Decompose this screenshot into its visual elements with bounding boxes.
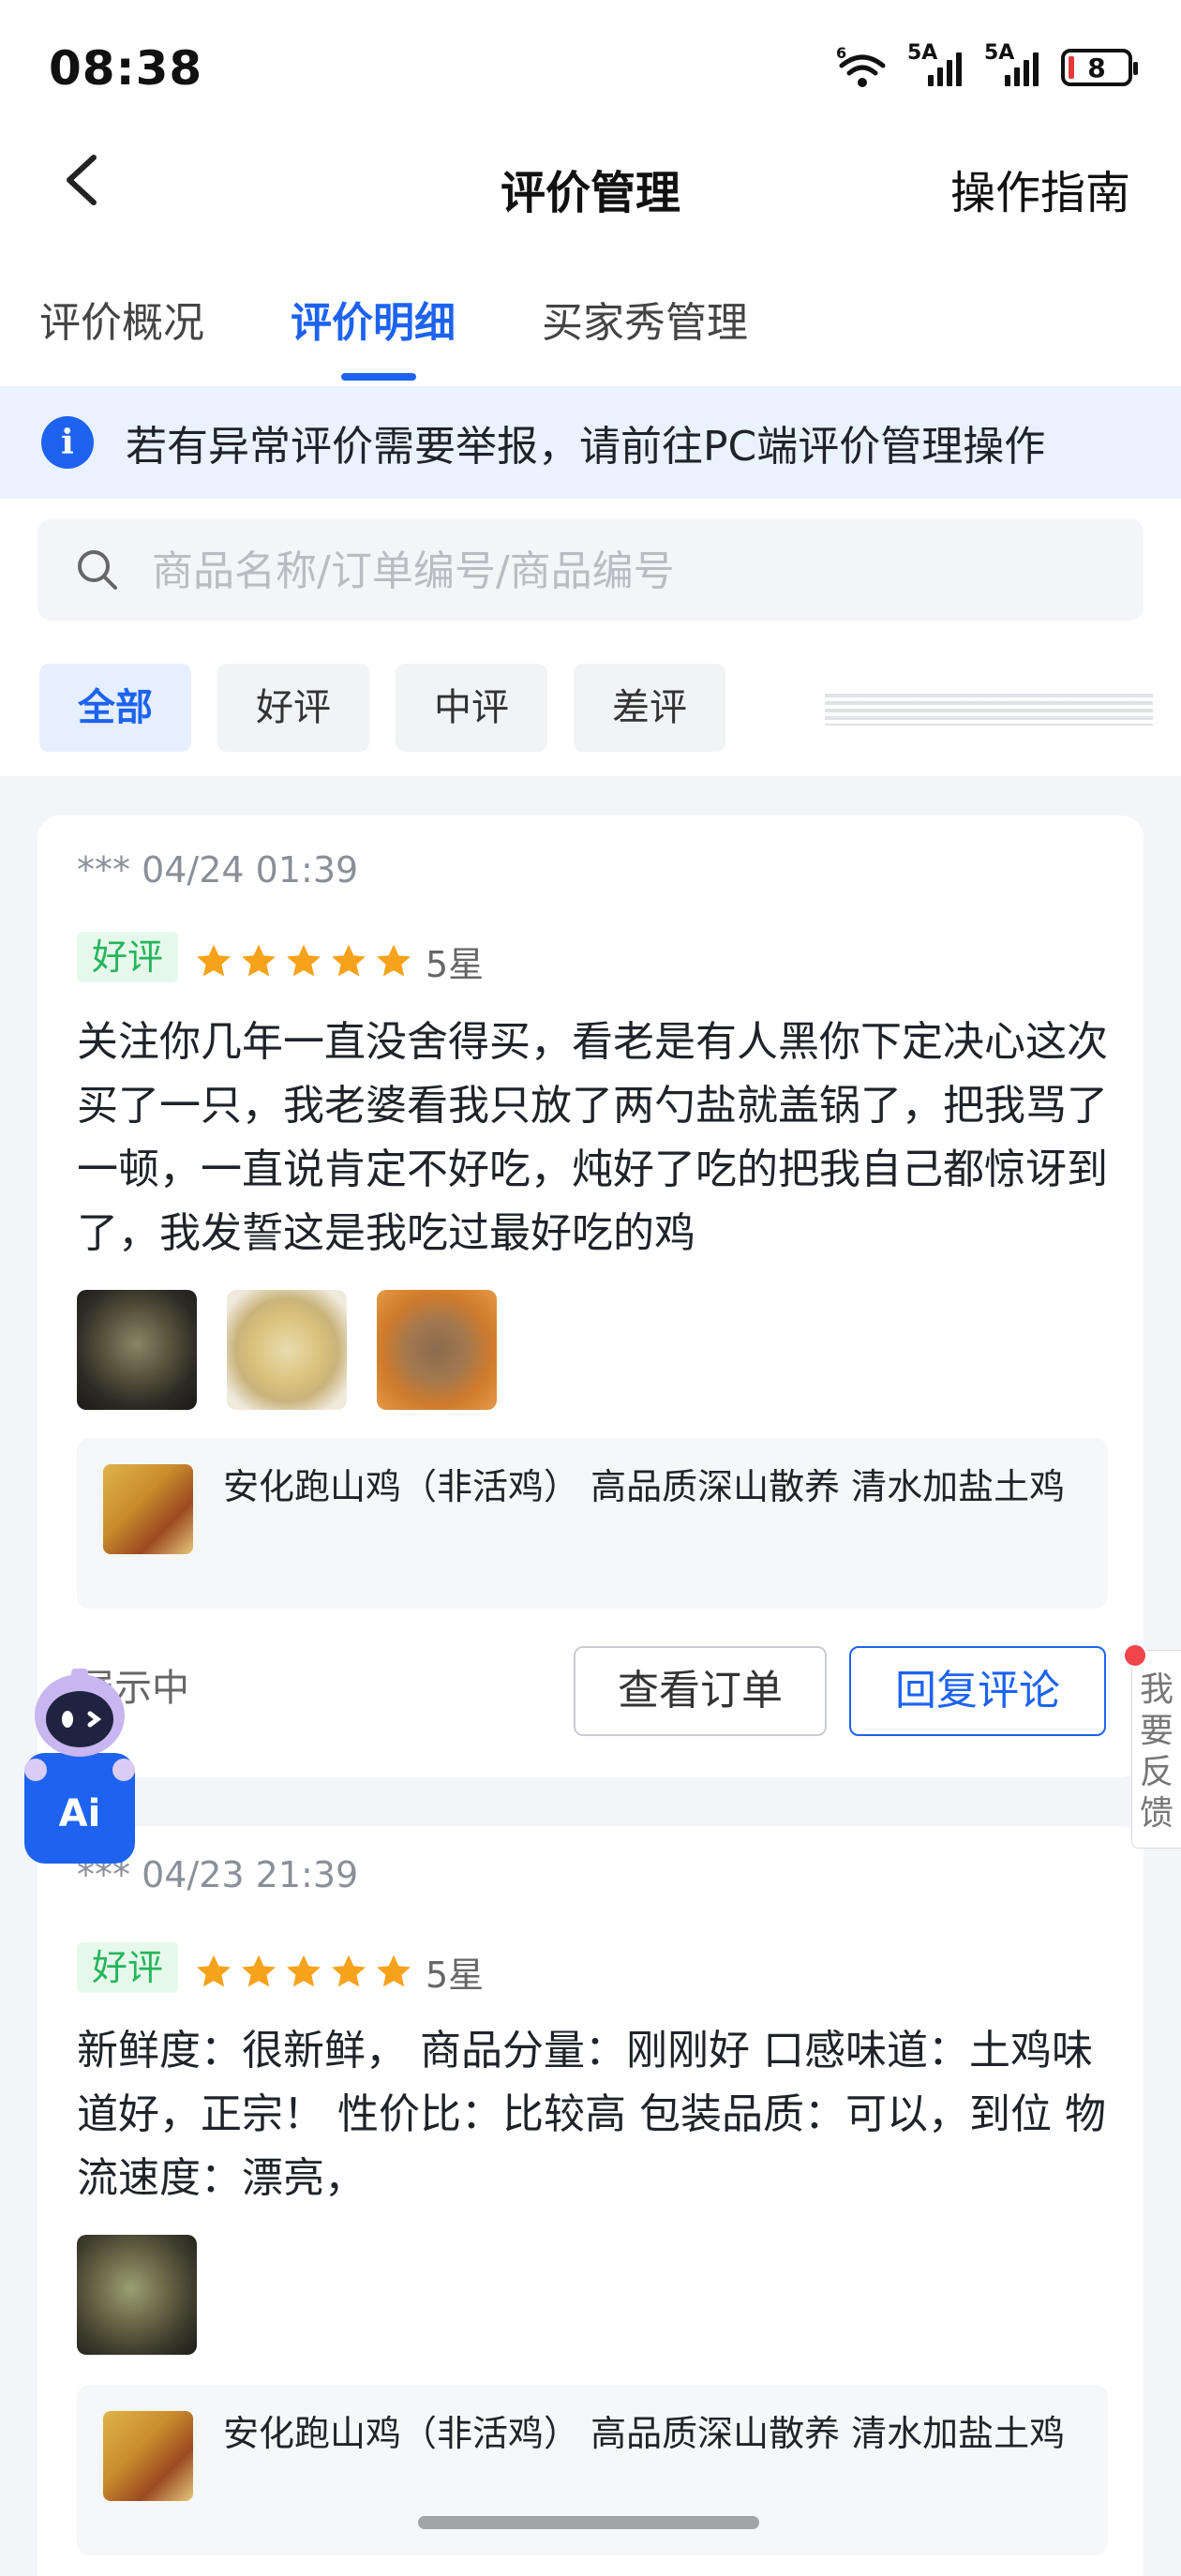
nav-bar: 评价管理 操作指南 xyxy=(0,131,1181,234)
signal-icon: 5A xyxy=(907,41,967,90)
wifi-icon: 6 xyxy=(836,45,886,87)
search-box[interactable] xyxy=(37,519,1144,621)
feedback-button[interactable]: 我要反馈 xyxy=(1123,1643,1181,1849)
review-photo[interactable] xyxy=(77,2235,197,2355)
status-icons: 6 5A 5A 8 xyxy=(834,41,1138,92)
rating-badge: 好评 xyxy=(77,1942,178,1993)
notification-dot xyxy=(1123,1643,1147,1668)
filter-medium[interactable]: 中评 xyxy=(396,664,547,752)
battery-level: 8 xyxy=(1087,52,1106,83)
signal-icon-2: 5A xyxy=(984,41,1044,90)
star-label: 5星 xyxy=(426,1954,485,1996)
home-indicator[interactable] xyxy=(418,2516,759,2529)
review-card: *** 04/24 01:39 好评 5星 关注你几年一直没舍得买，看老是有人黑… xyxy=(37,816,1144,1777)
ai-assistant-button[interactable]: Ai xyxy=(19,1659,141,1865)
review-photo[interactable] xyxy=(77,1290,197,1410)
star-label: 5星 xyxy=(426,944,485,985)
notice-banner: i 若有异常评价需要举报，请前往PC端评价管理操作 xyxy=(0,386,1181,499)
tab-buyer-show[interactable]: 买家秀管理 xyxy=(542,289,748,349)
star-rating: 5星 xyxy=(193,1946,484,1998)
star-icon xyxy=(197,944,231,976)
tab-details[interactable]: 评价明细 xyxy=(291,289,456,349)
star-icon xyxy=(332,944,366,976)
status-bar: 08:38 6 5A 5A 8 xyxy=(0,0,1181,131)
notice-text: 若有异常评价需要举报，请前往PC端评价管理操作 xyxy=(126,423,1046,471)
review-photo[interactable] xyxy=(377,1290,497,1410)
feedback-label: 我要反馈 xyxy=(1139,1670,1174,1833)
star-icon xyxy=(197,1954,231,1986)
reply-review-button[interactable]: 回复评论 xyxy=(849,1646,1106,1736)
view-order-button[interactable]: 查看订单 xyxy=(574,1646,827,1736)
star-icon xyxy=(332,1954,366,1986)
filter-good[interactable]: 好评 xyxy=(217,664,369,752)
guide-link[interactable]: 操作指南 xyxy=(950,156,1130,221)
review-card: *** 04/23 21:39 好评 5星 新鲜度：很新鲜， 商品分量：刚刚好 … xyxy=(37,1826,1144,2576)
star-icon xyxy=(242,1954,276,1986)
robot-icon: Ai xyxy=(24,1669,135,1864)
ai-label: Ai xyxy=(59,1792,101,1835)
star-icon xyxy=(287,944,321,976)
search-icon xyxy=(78,550,117,590)
tab-indicator xyxy=(341,373,416,381)
product-card[interactable]: 安化跑山鸡（非活鸡） 高品质深山散养 清水加盐土鸡 xyxy=(77,2385,1108,2555)
product-image xyxy=(103,2411,193,2501)
rating-badge: 好评 xyxy=(77,932,178,982)
product-title: 安化跑山鸡（非活鸡） 高品质深山散养 清水加盐土鸡 xyxy=(223,1466,1066,1507)
star-icon xyxy=(242,944,276,976)
product-title: 安化跑山鸡（非活鸡） 高品质深山散养 清水加盐土鸡 xyxy=(223,2413,1066,2454)
status-time: 08:38 xyxy=(49,41,203,96)
filter-bad[interactable]: 差评 xyxy=(574,664,725,752)
tab-overview[interactable]: 评价概况 xyxy=(39,289,204,349)
product-image xyxy=(103,1464,193,1554)
info-icon: i xyxy=(41,416,94,469)
star-icon xyxy=(377,944,411,976)
search-input[interactable] xyxy=(150,538,1110,604)
review-user-time: *** 04/24 01:39 xyxy=(77,849,359,891)
filter-area: 全部 好评 中评 差评 xyxy=(0,499,1181,776)
hidden-filter[interactable] xyxy=(825,694,1153,726)
tab-bar: 评价概况 评价明细 买家秀管理 xyxy=(0,234,1181,386)
star-icon xyxy=(287,1954,321,1986)
review-content: 关注你几年一直没舍得买，看老是有人黑你下定决心这次买了一只，我老婆看我只放了两勺… xyxy=(77,1018,1108,1257)
product-card[interactable]: 安化跑山鸡（非活鸡） 高品质深山散养 清水加盐土鸡 xyxy=(77,1438,1108,1609)
review-content: 新鲜度：很新鲜， 商品分量：刚刚好 口感味道：土鸡味道好，正宗！ 性价比：比较高… xyxy=(77,2027,1106,2202)
review-photo[interactable] xyxy=(227,1290,347,1410)
battery-icon: 8 xyxy=(1061,49,1138,86)
star-rating: 5星 xyxy=(193,936,484,987)
filter-all[interactable]: 全部 xyxy=(39,664,191,752)
wifi-label: 6 xyxy=(836,45,846,62)
star-icon xyxy=(377,1954,411,1986)
